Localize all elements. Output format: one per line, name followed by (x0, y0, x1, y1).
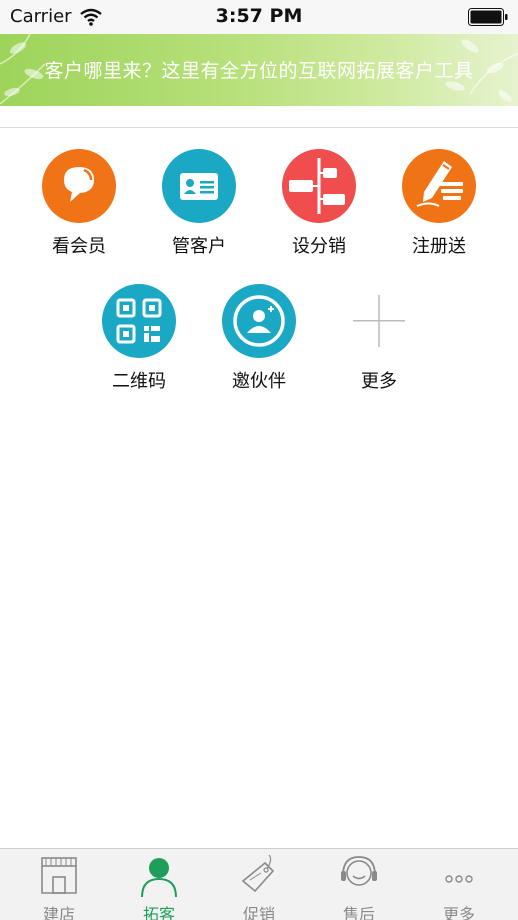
status-time: 3:57 PM (215, 5, 303, 27)
grid-item-register-gift[interactable]: 注册送 (379, 146, 499, 266)
tab-promotion[interactable]: 促销 (209, 849, 309, 920)
tab-label: 售后 (342, 905, 375, 920)
banner-text: 客户哪里来？这里有全方位的互联网拓展客户工具 (44, 60, 474, 82)
status-bar: Carrier 3:57 PM (0, 0, 518, 34)
grid-item-label: 二维码 (112, 371, 166, 392)
tab-more[interactable]: 更多 (409, 849, 509, 920)
tab-label: 促销 (242, 905, 275, 920)
grid-item-more[interactable]: 更多 (319, 281, 439, 401)
promo-banner[interactable]: 客户哪里来？这里有全方位的互联网拓展客户工具 (0, 34, 518, 106)
grid-item-invite-partner[interactable]: 邀伙伴 (199, 281, 319, 401)
tab-build-store[interactable]: 建店 (9, 849, 109, 920)
grid-item-set-distribution[interactable]: 设分销 (259, 146, 379, 266)
more-dots-icon (445, 875, 473, 883)
storefront-icon (41, 857, 77, 894)
grid-item-label: 注册送 (412, 236, 466, 257)
person-icon (141, 858, 177, 897)
plus-icon (353, 295, 405, 347)
tab-label: 建店 (42, 905, 75, 920)
tab-after-sales[interactable]: 售后 (309, 849, 409, 920)
qr-code-icon (102, 284, 176, 358)
grid-item-label: 看会员 (52, 236, 106, 257)
chat-bubble-icon (42, 149, 116, 223)
register-pencil-icon (402, 149, 476, 223)
sale-tag-icon (241, 854, 275, 893)
tab-label: 更多 (442, 905, 475, 920)
headset-icon (341, 856, 377, 886)
grid-item-manage-customers[interactable]: 管客户 (139, 146, 259, 266)
grid-item-label: 设分销 (292, 236, 346, 257)
tab-acquire-customers[interactable]: 拓客 (109, 849, 209, 920)
battery-icon (468, 8, 508, 26)
grid-item-label: 邀伙伴 (232, 371, 286, 392)
grid-item-label: 更多 (361, 371, 397, 392)
tab-label: 拓客 (142, 905, 175, 920)
grid-item-label: 管客户 (172, 236, 226, 257)
distribution-tree-icon (282, 149, 356, 223)
id-card-icon (162, 149, 236, 223)
grid-item-view-members[interactable]: 看会员 (19, 146, 139, 266)
bottom-tab-bar: 建店 拓客 促销 售后 更多 (0, 848, 518, 920)
invite-partner-icon (222, 284, 296, 358)
grid-item-qr-code[interactable]: 二维码 (79, 281, 199, 401)
section-divider (0, 127, 518, 128)
